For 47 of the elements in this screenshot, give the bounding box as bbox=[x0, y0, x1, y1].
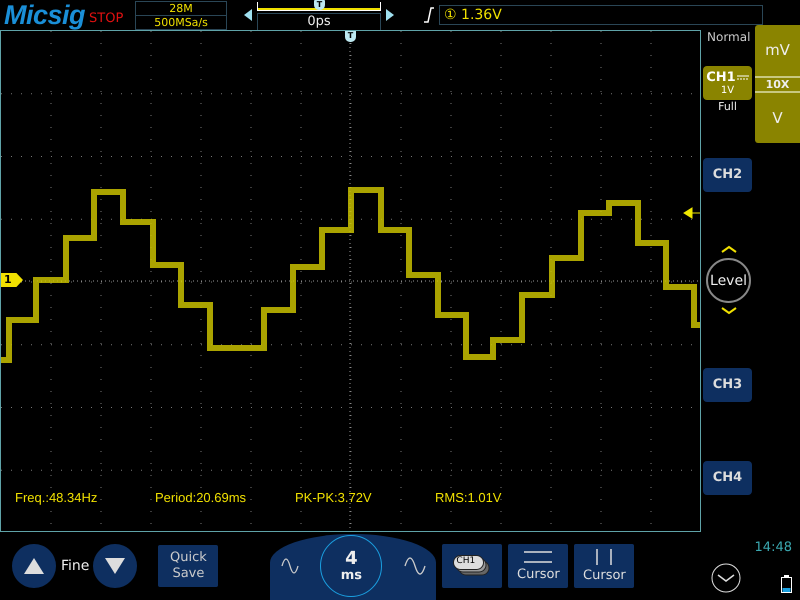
timebase-readout: 4 ms bbox=[320, 535, 382, 597]
quick-save-button[interactable]: Quick Save bbox=[158, 545, 218, 587]
fine-label: Fine bbox=[61, 558, 90, 574]
caret-down-icon[interactable] bbox=[721, 307, 737, 315]
chevron-down-icon[interactable] bbox=[711, 563, 741, 593]
timebase-dial[interactable]: 4 ms bbox=[270, 534, 436, 600]
rising-edge-icon bbox=[423, 7, 436, 23]
battery-icon bbox=[781, 575, 792, 593]
cursor-button[interactable]: Cursor bbox=[508, 544, 568, 588]
measurement-readout: Freq.:48.34Hz bbox=[15, 490, 98, 505]
vertical-cursors-icon bbox=[594, 549, 614, 565]
trigger-level-field[interactable]: ① 1.36V bbox=[439, 5, 764, 25]
level-knob[interactable]: Level bbox=[706, 258, 751, 303]
memory-slider[interactable]: T bbox=[257, 2, 382, 10]
trigger-position-marker[interactable]: T bbox=[345, 31, 356, 42]
channel-select-button[interactable]: CH1 bbox=[442, 544, 502, 588]
caret-up-icon[interactable] bbox=[721, 245, 737, 253]
bandwidth-label: Full bbox=[718, 100, 737, 113]
trigger-mode[interactable]: Normal bbox=[707, 30, 750, 44]
measurement-readout: RMS:1.01V bbox=[435, 490, 502, 505]
trigger-position-marker: T bbox=[314, 0, 326, 10]
clock-time: 14:48 bbox=[754, 540, 792, 555]
horizontal-cursors-icon bbox=[524, 550, 552, 564]
up-button[interactable] bbox=[12, 544, 56, 588]
measurement-readout: PK-PK:3.72V bbox=[295, 490, 373, 505]
down-button[interactable] bbox=[93, 544, 138, 588]
sine-wave-icon[interactable] bbox=[404, 557, 426, 575]
channel-stack-icon bbox=[453, 555, 492, 577]
channel-marker[interactable]: 1 bbox=[1, 273, 23, 287]
channel-button[interactable]: CH2 bbox=[703, 158, 752, 192]
sine-wave-icon[interactable] bbox=[281, 558, 300, 574]
horizontal-position[interactable]: 0ps bbox=[257, 12, 382, 30]
sample-rate[interactable]: 500MSa/s bbox=[136, 14, 226, 28]
channel-button[interactable]: CH4 bbox=[703, 461, 752, 495]
dc-coupling-icon bbox=[736, 74, 749, 80]
memory-depth[interactable]: 28M bbox=[136, 2, 226, 14]
up-triangle-icon bbox=[24, 558, 44, 574]
right-arrow-icon[interactable] bbox=[385, 9, 396, 21]
cursor-button[interactable]: Cursor bbox=[574, 544, 634, 588]
left-arrow-icon[interactable] bbox=[243, 9, 254, 21]
channel-button[interactable]: CH1 1V bbox=[703, 66, 752, 100]
down-triangle-icon bbox=[105, 558, 126, 574]
channel-button[interactable]: CH3 bbox=[703, 368, 752, 402]
trigger-level-marker[interactable] bbox=[684, 207, 700, 218]
brand-logo: Micsig bbox=[4, 0, 86, 30]
run-state: STOP bbox=[89, 10, 124, 26]
measurement-readout: Period:20.69ms bbox=[155, 490, 248, 505]
